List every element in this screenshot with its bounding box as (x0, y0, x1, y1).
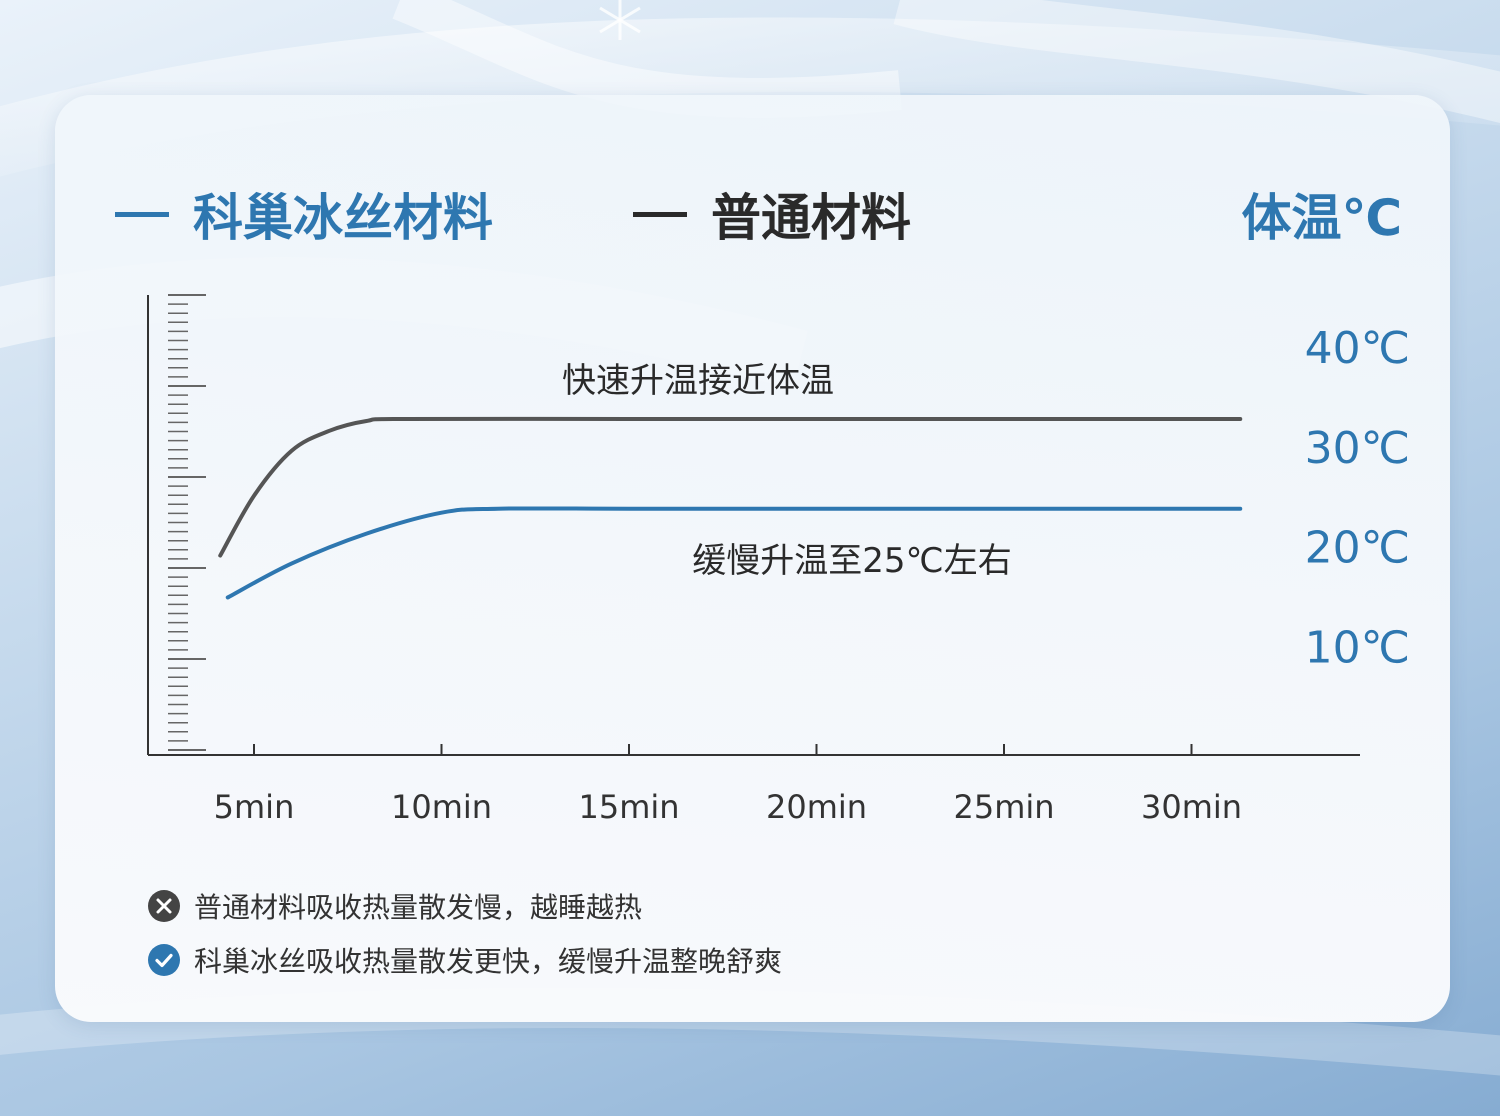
y-tick-label: 20℃ (1305, 523, 1410, 574)
x-tick-label: 30min (1141, 788, 1242, 826)
y-tick-label: 10℃ (1305, 622, 1410, 673)
x-tick-label: 15min (578, 788, 679, 826)
note-normal-text: 普通材料吸收热量散发慢，越睡越热 (194, 891, 643, 924)
series-line-normal (218, 416, 1243, 558)
annotation-normal: 快速升温接近体温 (562, 361, 834, 401)
close-circle-icon (148, 890, 180, 922)
annotation-keichao: 缓慢升温至25℃左右 (692, 541, 1011, 581)
y-tick-label: 40℃ (1305, 323, 1410, 374)
note-keichao-material: 科巢冰丝吸收热量散发更快，缓慢升温整晚舒爽 (148, 940, 782, 980)
y-tick-label: 30℃ (1305, 423, 1410, 474)
check-circle-icon (148, 944, 180, 976)
x-tick-label: 25min (953, 788, 1054, 826)
note-normal-material: 普通材料吸收热量散发慢，越睡越热 (148, 886, 642, 926)
x-tick-label: 5min (214, 788, 295, 826)
x-tick-label: 20min (766, 788, 867, 826)
note-keichao-text: 科巢冰丝吸收热量散发更快，缓慢升温整晚舒爽 (194, 945, 783, 978)
x-tick-label: 10min (391, 788, 492, 826)
